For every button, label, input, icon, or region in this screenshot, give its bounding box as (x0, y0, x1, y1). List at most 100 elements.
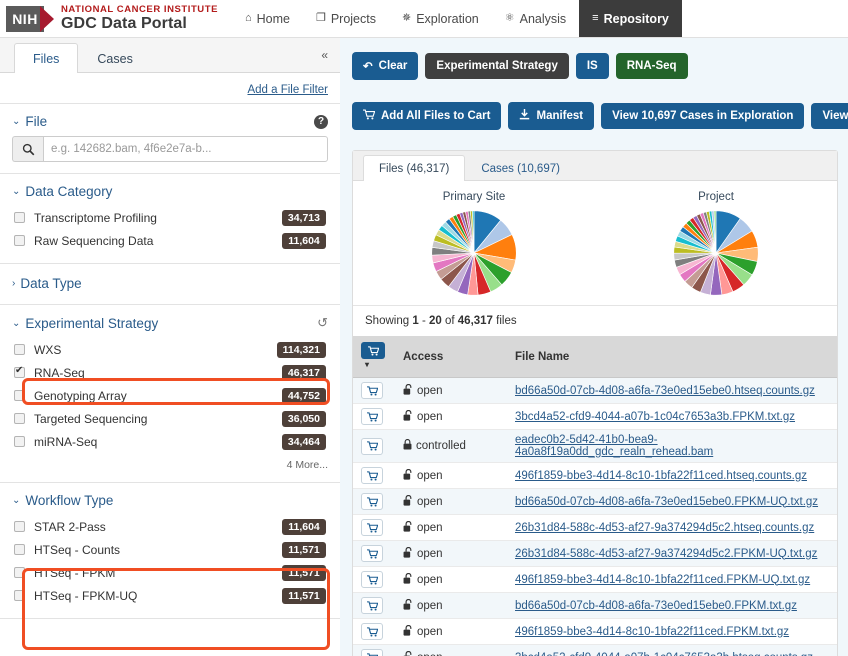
view-cases-in-exploration-button[interactable]: View 10,697 Cases in Exploration (601, 103, 805, 129)
file-name-link[interactable]: 496f1859-bbe3-4d14-8c10-1bfa22f11ced.hts… (515, 470, 807, 482)
nav-item-home[interactable]: ⌂ Home (232, 0, 303, 37)
table-row[interactable]: open 26b31d84-588c-4d53-af27-9a374294d5c2… (353, 540, 837, 567)
chip-operator[interactable]: IS (575, 53, 609, 79)
checkbox-targeted-sequencing[interactable] (14, 413, 25, 424)
table-row[interactable]: open 26b31d84-588c-4d53-af27-9a374294d5c2… (353, 514, 837, 541)
add-to-cart-icon[interactable] (361, 519, 383, 536)
table-row[interactable]: controlled eadec0b2-5d42-41b0-bea9-4a0a8f… (353, 429, 837, 463)
file-name-link[interactable]: bd66a50d-07cb-4d08-a6fa-73e0ed15ebe0.FPK… (515, 600, 797, 612)
checkbox-htseq-fpkm-uq[interactable] (14, 590, 25, 601)
table-row[interactable]: open 3bcd4a52-cfd9-4044-a07b-1c04c7653a3b… (353, 403, 837, 430)
checkbox-raw-sequencing-data[interactable] (14, 235, 25, 246)
add-to-cart-icon[interactable] (361, 597, 383, 614)
brand-logo[interactable]: NIH NATIONAL CANCER INSTITUTE GDC Data P… (0, 0, 232, 37)
checkbox-mirna-seq[interactable] (14, 436, 25, 447)
tab-files-results[interactable]: Files (46,317) (363, 155, 466, 181)
manifest-button[interactable]: Manifest (508, 102, 595, 130)
file-name-link[interactable]: 26b31d84-588c-4d53-af27-9a374294d5c2.hts… (515, 522, 814, 534)
facet-item-htseq-fpkm-uq[interactable]: HTSeq - FPKM-UQ 11,571 (12, 584, 328, 607)
checkbox-transcriptome-profiling[interactable] (14, 212, 25, 223)
add-to-cart-icon[interactable] (361, 545, 383, 562)
th-file-name[interactable]: File Name (507, 336, 837, 378)
cart-icon[interactable] (361, 342, 385, 359)
facet-workflow-type-header[interactable]: ⌄ Workflow Type (12, 493, 113, 508)
pie-chart-project[interactable] (672, 209, 760, 297)
facet-item-star-2-pass[interactable]: STAR 2-Pass 11,604 (12, 515, 328, 538)
add-a-file-filter-link[interactable]: Add a File Filter (247, 84, 328, 96)
add-to-cart-icon[interactable] (361, 493, 383, 510)
checkbox-htseq-fpkm[interactable] (14, 567, 25, 578)
table-row[interactable]: open 3bcd4a52-cfd9-4044-a07b-1c04c7653a3b… (353, 644, 837, 656)
nav-item-exploration[interactable]: ✵ Exploration (389, 0, 492, 37)
chevron-down-icon: ⌄ (12, 495, 21, 506)
checkbox-htseq-counts[interactable] (14, 544, 25, 555)
facet-data-category-header[interactable]: ⌄ Data Category (12, 184, 112, 199)
show-more-link[interactable]: 4 More... (12, 459, 328, 471)
projects-icon: ❐ (315, 12, 326, 24)
facet-item-mirna-seq[interactable]: miRNA-Seq 34,464 (12, 430, 328, 453)
facet-item-raw-sequencing-data[interactable]: Raw Sequencing Data 11,604 (12, 229, 328, 252)
add-to-cart-icon[interactable] (361, 437, 383, 455)
view-images-button[interactable]: View Images (811, 103, 848, 129)
file-name-link[interactable]: 496f1859-bbe3-4d14-8c10-1bfa22f11ced.FPK… (515, 626, 789, 638)
add-to-cart-icon[interactable] (361, 623, 383, 640)
showing-of: of (444, 315, 455, 327)
table-row[interactable]: open 496f1859-bbe3-4d14-8c10-1bfa22f11ced… (353, 566, 837, 593)
facet-item-targeted-sequencing[interactable]: Targeted Sequencing 36,050 (12, 407, 328, 430)
file-name-link[interactable]: 3bcd4a52-cfd9-4044-a07b-1c04c7653a3b.hts… (515, 652, 813, 656)
collapse-sidebar-icon[interactable]: « (321, 48, 328, 62)
facet-item-transcriptome-profiling[interactable]: Transcriptome Profiling 34,713 (12, 206, 328, 229)
tab-cases[interactable]: Cases (78, 43, 151, 73)
file-name-link[interactable]: 26b31d84-588c-4d53-af27-9a374294d5c2.FPK… (515, 548, 817, 560)
add-to-cart-icon[interactable] (361, 382, 383, 399)
file-name-link[interactable]: bd66a50d-07cb-4d08-a6fa-73e0ed15ebe0.FPK… (515, 496, 818, 508)
search-input[interactable] (43, 136, 328, 162)
file-name-link[interactable]: 3bcd4a52-cfd9-4044-a07b-1c04c7653a3b.FPK… (515, 411, 795, 423)
table-row[interactable]: open bd66a50d-07cb-4d08-a6fa-73e0ed15ebe0… (353, 488, 837, 515)
facet-count: 44,752 (281, 387, 326, 404)
tab-files[interactable]: Files (14, 43, 79, 73)
reset-icon[interactable]: ↺ (317, 315, 328, 331)
facet-file-header[interactable]: ⌄ File (12, 114, 47, 129)
table-row[interactable]: open bd66a50d-07cb-4d08-a6fa-73e0ed15ebe0… (353, 592, 837, 619)
clear-filters-button[interactable]: ↶ Clear (352, 52, 419, 80)
help-icon[interactable]: ? (314, 114, 328, 129)
checkbox-wxs[interactable] (14, 344, 25, 355)
tab-cases-results[interactable]: Cases (10,697) (465, 155, 576, 181)
search-icon[interactable] (12, 136, 43, 162)
checkbox-genotyping-array[interactable] (14, 390, 25, 401)
add-to-cart-icon[interactable] (361, 467, 383, 484)
pie-chart-primary-site[interactable] (430, 209, 518, 297)
nav-item-repository[interactable]: ≡ Repository (579, 0, 682, 37)
chevron-down-icon[interactable]: ▾ (365, 360, 369, 369)
table-row[interactable]: open bd66a50d-07cb-4d08-a6fa-73e0ed15ebe0… (353, 377, 837, 404)
cell-cart (353, 403, 395, 430)
facet-item-htseq-counts[interactable]: HTSeq - Counts 11,571 (12, 538, 328, 561)
facet-data-type: › Data Type (0, 264, 340, 305)
facet-item-rna-seq[interactable]: RNA-Seq 46,317 (12, 361, 328, 384)
table-row[interactable]: open 496f1859-bbe3-4d14-8c10-1bfa22f11ced… (353, 462, 837, 489)
add-all-files-to-cart-button[interactable]: Add All Files to Cart (352, 102, 502, 130)
checkbox-rna-seq[interactable] (14, 365, 25, 378)
results-card: Files (46,317) Cases (10,697) Primary Si… (352, 150, 838, 656)
add-to-cart-icon[interactable] (361, 571, 383, 588)
facet-data-type-header[interactable]: › Data Type (12, 276, 82, 291)
th-access[interactable]: Access (395, 336, 507, 378)
add-to-cart-icon[interactable] (361, 649, 383, 656)
table-row[interactable]: open 496f1859-bbe3-4d14-8c10-1bfa22f11ced… (353, 618, 837, 645)
facet-item-wxs[interactable]: WXS 114,321 (12, 338, 328, 361)
facet-item-genotyping-array[interactable]: Genotyping Array 44,752 (12, 384, 328, 407)
lock-open-icon (403, 409, 413, 424)
facet-item-htseq-fpkm[interactable]: HTSeq - FPKM 11,571 (12, 561, 328, 584)
file-name-link[interactable]: 496f1859-bbe3-4d14-8c10-1bfa22f11ced.FPK… (515, 574, 810, 586)
file-name-link[interactable]: bd66a50d-07cb-4d08-a6fa-73e0ed15ebe0.hts… (515, 385, 815, 397)
checkbox-star-2-pass[interactable] (14, 521, 25, 532)
lock-open-icon (403, 546, 413, 561)
chip-facet-name[interactable]: Experimental Strategy (425, 53, 569, 79)
add-to-cart-icon[interactable] (361, 408, 383, 425)
chip-value-rna-seq[interactable]: RNA-Seq (615, 53, 688, 79)
nav-item-analysis[interactable]: ⚛ Analysis (492, 0, 579, 37)
facet-experimental-strategy-header[interactable]: ⌄ Experimental Strategy (12, 316, 158, 331)
nav-item-projects[interactable]: ❐ Projects (303, 0, 389, 37)
file-name-link[interactable]: eadec0b2-5d42-41b0-bea9-4a0a8f19a0dd_gdc… (515, 434, 713, 458)
